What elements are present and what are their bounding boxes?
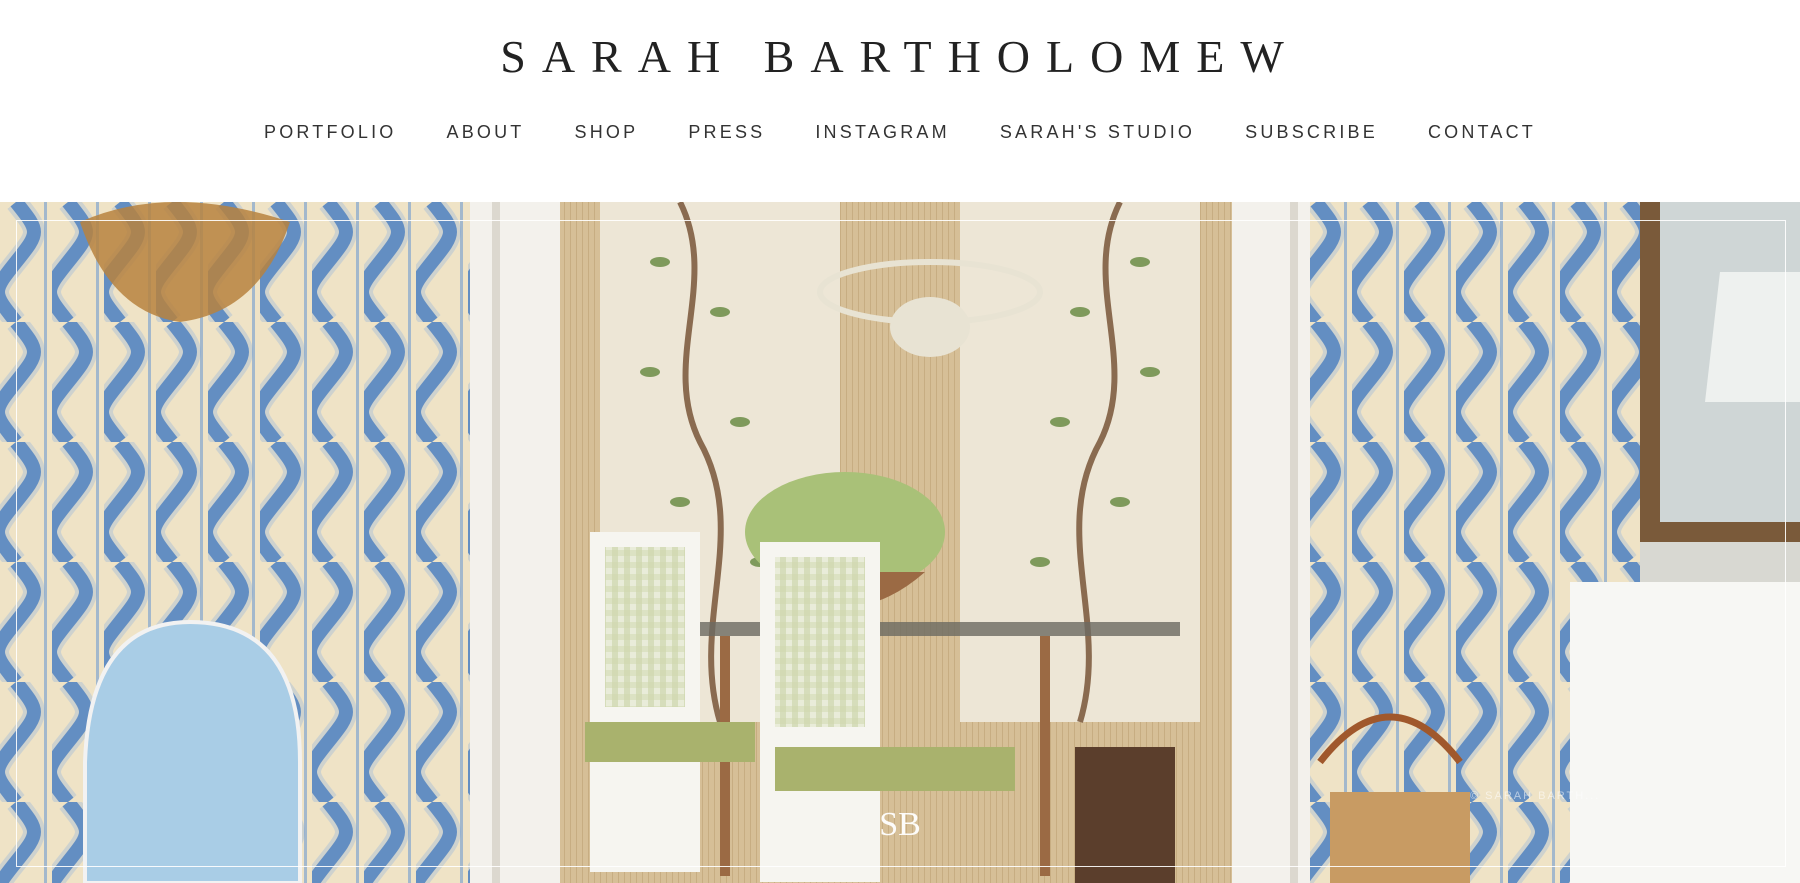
- nav-press[interactable]: PRESS: [688, 122, 765, 143]
- site-title[interactable]: SARAH BARTHOLOMEW: [0, 30, 1800, 83]
- nav-contact[interactable]: CONTACT: [1428, 122, 1536, 143]
- nav-sarahs-studio[interactable]: SARAH'S STUDIO: [1000, 122, 1195, 143]
- nav-shop[interactable]: SHOP: [575, 122, 639, 143]
- site-header: SARAH BARTHOLOMEW PORTFOLIO ABOUT SHOP P…: [0, 0, 1800, 202]
- hero-image: SB © SARAH BARTH...: [0, 202, 1800, 883]
- nav-portfolio[interactable]: PORTFOLIO: [264, 122, 397, 143]
- monogram-logo: SB: [879, 806, 921, 843]
- main-nav: PORTFOLIO ABOUT SHOP PRESS INSTAGRAM SAR…: [0, 122, 1800, 143]
- photo-credit: © SARAH BARTH...: [1470, 790, 1601, 802]
- dining-room-photo: [0, 202, 1800, 883]
- nav-instagram[interactable]: INSTAGRAM: [815, 122, 949, 143]
- nav-subscribe[interactable]: SUBSCRIBE: [1245, 122, 1378, 143]
- nav-about[interactable]: ABOUT: [447, 122, 525, 143]
